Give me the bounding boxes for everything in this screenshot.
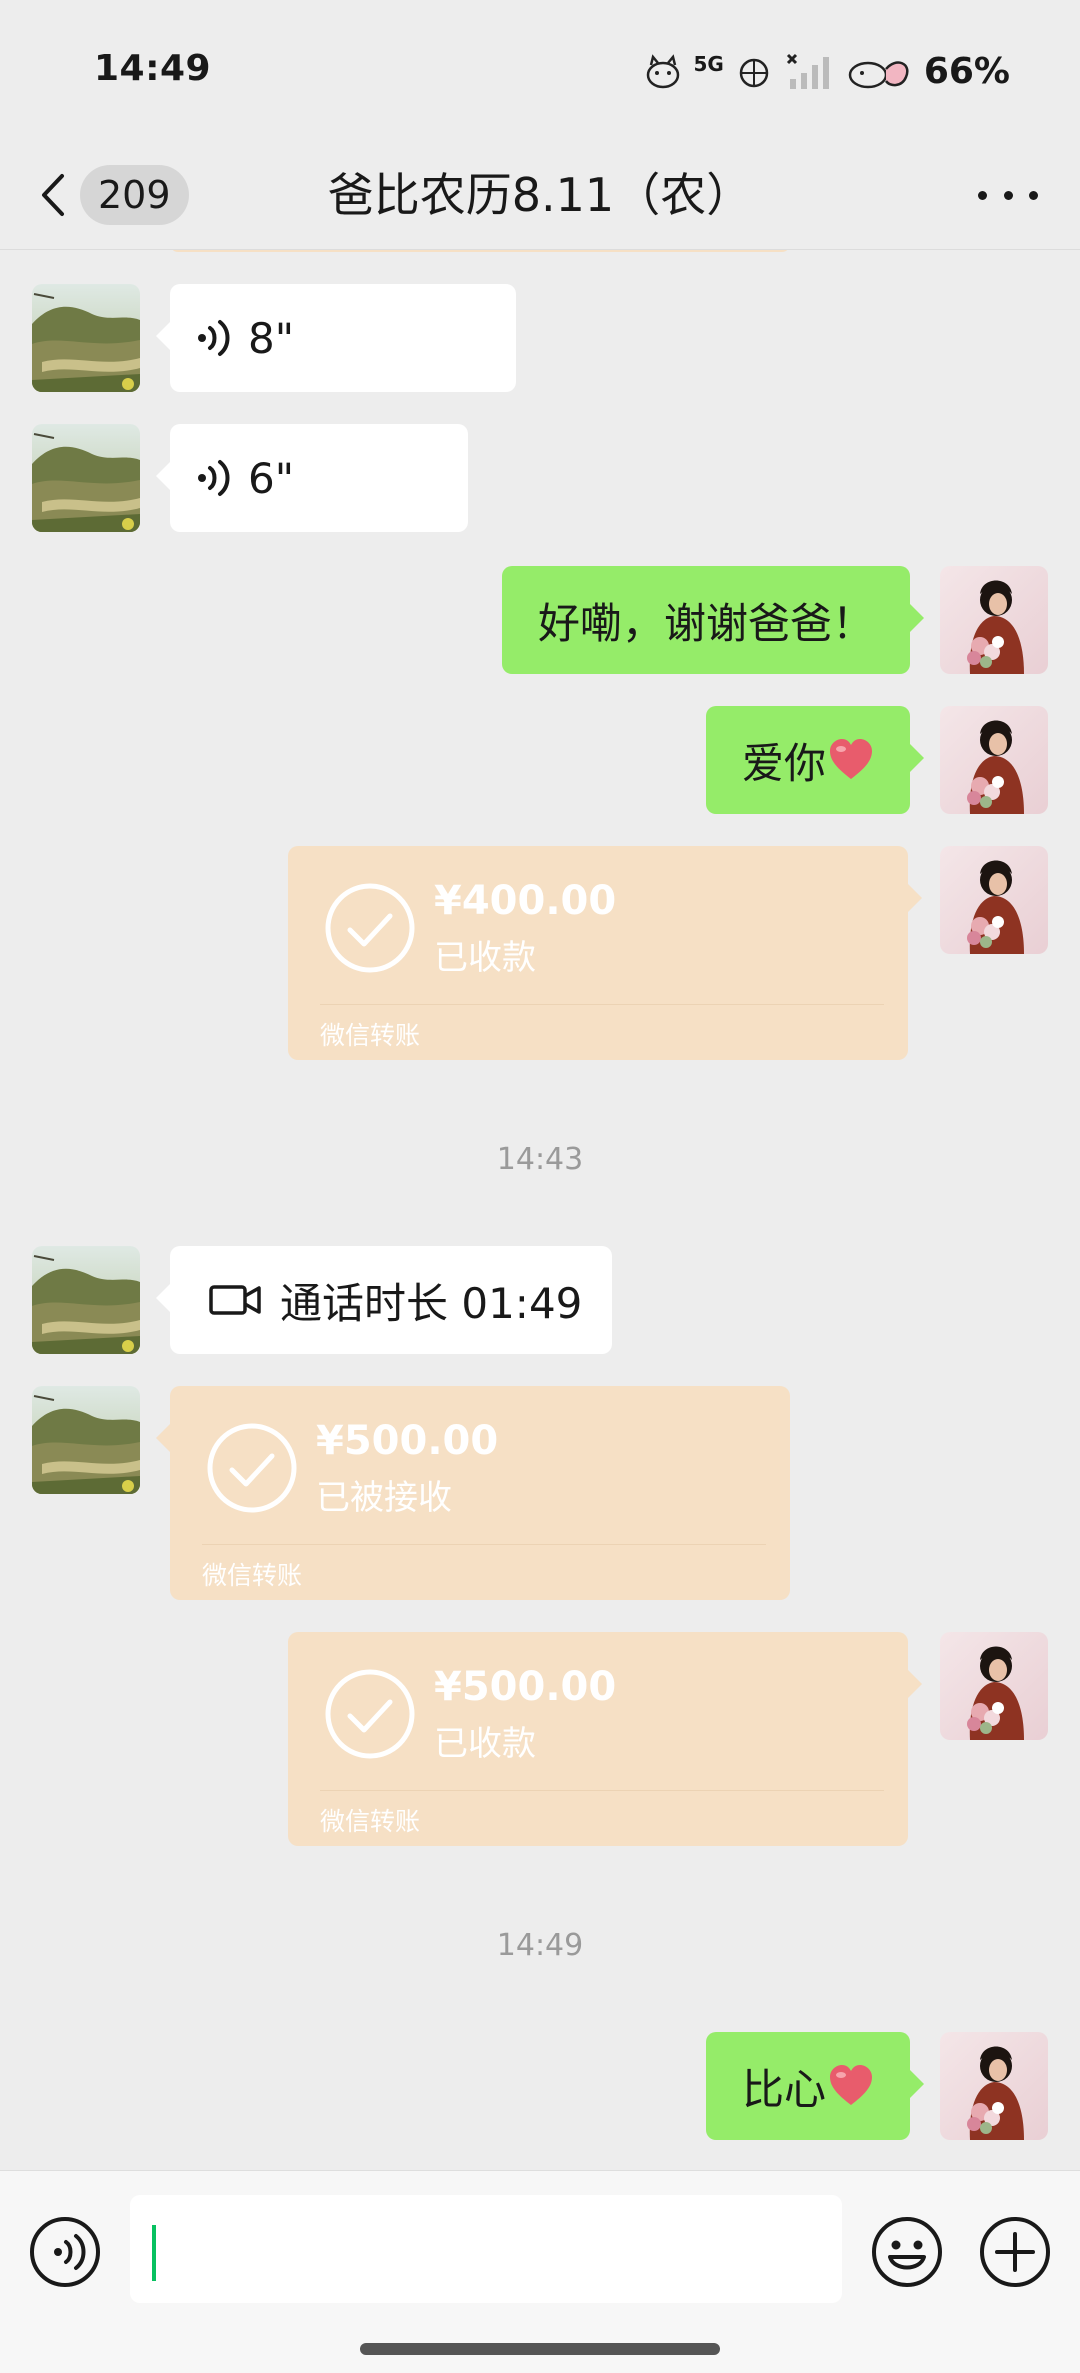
chat-header: 爸比农历8.11（农） 209 [0, 140, 1080, 250]
back-button[interactable]: 209 [36, 162, 189, 228]
sent-text-message[interactable]: 爱你 [705, 706, 925, 814]
message-input[interactable] [130, 2195, 842, 2303]
message-timestamp: 14:49 [496, 1928, 584, 1963]
transfer-label: 微信转账 [320, 1021, 421, 1050]
sticker-cat-icon [647, 54, 680, 89]
voice-wave-icon [196, 320, 230, 356]
my-avatar[interactable] [940, 846, 1048, 954]
text-caret [152, 2225, 156, 2281]
transfer-label: 微信转账 [320, 1807, 421, 1836]
voice-message[interactable]: 6" [156, 424, 468, 532]
more-options-button[interactable] [978, 172, 1038, 218]
voice-wave-icon [196, 460, 230, 496]
more-dot-icon [1003, 190, 1013, 200]
more-dot-icon [1029, 190, 1038, 200]
heart-emoji-icon [830, 2065, 872, 2105]
battery-level: 66% [923, 50, 1010, 92]
my-avatar[interactable] [940, 1632, 1048, 1740]
transfer-amount: ¥400.00 [434, 878, 617, 924]
chevron-left-icon [42, 174, 64, 216]
status-bar: 14:49 5G 66% [0, 0, 1080, 140]
contact-avatar[interactable] [32, 424, 140, 532]
my-avatar[interactable] [940, 2032, 1048, 2140]
unread-count-badge: 209 [80, 165, 189, 225]
status-icons: 5G 66% [643, 46, 1010, 96]
check-circle-icon [324, 1668, 416, 1760]
contact-avatar[interactable] [32, 284, 140, 392]
home-indicator[interactable] [360, 2343, 720, 2355]
message-timestamp: 14:43 [496, 1142, 584, 1177]
divider [202, 1544, 766, 1545]
voice-message[interactable]: 8" [156, 284, 516, 392]
sticker-fruit-icon [739, 58, 769, 88]
message-text: 比心 [741, 2064, 826, 2114]
network-type: 5G [693, 52, 724, 76]
emoji-icon[interactable] [870, 2215, 944, 2289]
transfer-label: 微信转账 [202, 1561, 303, 1590]
message-text: 好嘞，谢谢爸爸！ [537, 598, 874, 648]
my-avatar[interactable] [940, 566, 1048, 674]
transfer-status: 已收款 [434, 1724, 536, 1764]
signal-icon [786, 53, 829, 89]
sent-text-message[interactable]: 比心 [705, 2032, 925, 2140]
check-circle-icon [324, 882, 416, 974]
call-duration-text: 通话时长 01:49 [280, 1278, 583, 1328]
more-dot-icon [978, 190, 987, 200]
heart-emoji-icon [830, 739, 872, 779]
divider [320, 1790, 884, 1791]
transfer-card[interactable]: ¥500.00 已收款 微信转账 [288, 1632, 922, 1846]
sticker-bunny-icon [848, 61, 909, 89]
transfer-amount: ¥500.00 [434, 1664, 617, 1710]
plus-icon[interactable] [978, 2215, 1052, 2289]
transfer-status: 已被接收 [316, 1478, 452, 1518]
message-list[interactable]: 8" 6" 好嘞，谢谢爸爸！ 爱你 ¥400.00 已收款 微信转账 14:43… [0, 250, 1080, 2170]
status-time: 14:49 [94, 48, 212, 89]
transfer-status: 已收款 [434, 938, 536, 978]
my-avatar[interactable] [940, 706, 1048, 814]
contact-avatar[interactable] [32, 1246, 140, 1354]
voice-duration: 8" [248, 313, 295, 363]
transfer-card[interactable]: ¥500.00 已被接收 微信转账 [156, 1386, 790, 1600]
voice-duration: 6" [248, 453, 295, 503]
check-circle-icon [206, 1422, 298, 1514]
input-bar [0, 2170, 1080, 2373]
contact-avatar[interactable] [32, 1386, 140, 1494]
previous-message-fragment [170, 250, 790, 252]
transfer-card[interactable]: ¥400.00 已收款 微信转账 [288, 846, 922, 1060]
transfer-amount: ¥500.00 [316, 1418, 499, 1464]
voice-input-icon[interactable] [28, 2215, 102, 2289]
divider [320, 1004, 884, 1005]
sent-text-message[interactable]: 好嘞，谢谢爸爸！ [501, 566, 925, 674]
message-text: 爱你 [741, 738, 826, 788]
video-call-record[interactable]: 通话时长 01:49 [156, 1246, 612, 1354]
video-camera-icon [209, 1285, 261, 1315]
